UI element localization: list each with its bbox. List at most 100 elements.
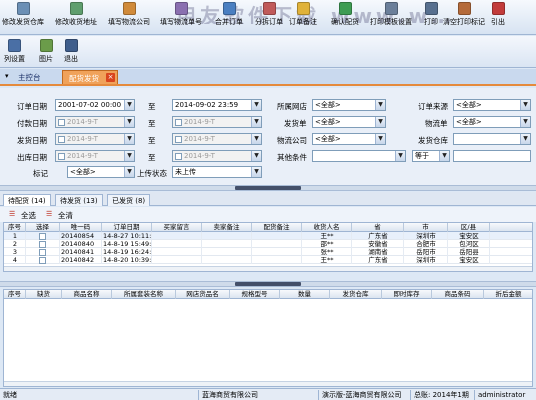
select-all-icon[interactable]: ☰ [9, 210, 15, 218]
order-source-select[interactable]: <全部> ▼ [453, 99, 531, 111]
logistics-company-select[interactable]: <全部> ▼ [312, 133, 386, 145]
toolbar-button-11[interactable]: 引出 [491, 2, 505, 33]
row-checkbox[interactable] [26, 240, 60, 248]
chevron-down-icon[interactable]: ▼ [520, 100, 530, 110]
row-checkbox[interactable] [26, 232, 60, 240]
pay-date-checkbox[interactable] [58, 118, 65, 126]
splitter-grip[interactable] [235, 282, 301, 286]
chevron-down-icon[interactable]: ▼ [124, 117, 134, 127]
table-row[interactable]: 4 20140842 14-8-20 10:39: 王** 广东省 深圳市 宝安区 [4, 256, 532, 264]
ship-date-from[interactable]: 2014-9-T ▼ [55, 133, 135, 145]
order-date-to[interactable]: 2014-09-02 23:59 ▼ [172, 99, 262, 111]
out-date-to-checkbox[interactable] [175, 152, 182, 160]
column-header[interactable]: 序号 [4, 223, 26, 232]
chevron-down-icon[interactable]: ▼ [375, 134, 385, 144]
column-header[interactable]: 数量 [280, 290, 330, 299]
checkbox[interactable] [38, 256, 46, 264]
shop-select[interactable]: <全部> ▼ [312, 99, 386, 111]
toolbar-button-3[interactable]: 填写物流单号 [160, 2, 202, 33]
toolbar-button-10[interactable]: 清空打印标记 [443, 2, 485, 33]
chevron-down-icon[interactable]: ▼ [124, 151, 134, 161]
table-row[interactable]: 3 20140841 14-8-19 16:24: 张** 湖南省 岳阳市 岳阳县 [4, 248, 532, 256]
out-date-from[interactable]: 2014-9-T ▼ [55, 150, 135, 162]
chevron-down-icon[interactable]: ▼ [251, 100, 261, 110]
tab-delivery[interactable]: 配货发货 × [62, 70, 118, 84]
toolbar2-button-2[interactable]: 退出 [64, 39, 78, 70]
column-header[interactable]: 所属套装名称 [112, 290, 176, 299]
column-header[interactable]: 网店货品名 [176, 290, 230, 299]
toolbar-button-6[interactable]: 订单备注 [289, 2, 317, 33]
close-tab-icon[interactable]: × [106, 73, 115, 82]
tab-main-console[interactable]: 主控台 [18, 72, 41, 83]
operator-select[interactable]: 等于 ▼ [412, 150, 450, 162]
chevron-down-icon[interactable]: ▼ [251, 167, 261, 177]
ship-date-to-checkbox[interactable] [175, 135, 182, 143]
logistics-bill-select[interactable]: <全部> ▼ [453, 116, 531, 128]
toolbar-button-2[interactable]: 填写物流公司 [108, 2, 150, 33]
row-checkbox[interactable] [26, 248, 60, 256]
select-all-button[interactable]: 全选 [21, 210, 36, 221]
toolbar2-button-1[interactable]: 图片 [39, 39, 53, 70]
ship-date-checkbox[interactable] [58, 135, 65, 143]
splitter-grip[interactable] [235, 186, 301, 190]
pay-date-to-checkbox[interactable] [175, 118, 182, 126]
toolbar-button-1[interactable]: 修改收货地址 [55, 2, 97, 33]
chevron-down-icon[interactable]: ▼ [251, 151, 261, 161]
column-header[interactable]: 发货仓库 [330, 290, 382, 299]
pay-date-from[interactable]: 2014-9-T ▼ [55, 116, 135, 128]
toolbar-button-8[interactable]: 打印模板设置 [370, 2, 412, 33]
column-header[interactable]: 商品名称 [62, 290, 112, 299]
chevron-down-icon[interactable]: ▼ [124, 134, 134, 144]
horizontal-scrollbar[interactable] [4, 381, 532, 386]
chevron-down-icon[interactable]: ▼ [251, 117, 261, 127]
table-row[interactable]: 2 20140840 14-8-19 15:49: 邵** 安徽省 合肥市 包河区 [4, 240, 532, 248]
horizontal-scrollbar[interactable] [4, 266, 532, 271]
clear-all-icon[interactable]: ☰ [46, 210, 52, 218]
column-header[interactable]: 订单日期 [102, 223, 152, 232]
column-header[interactable]: 卖家备注 [202, 223, 252, 232]
checkbox[interactable] [38, 248, 46, 256]
chevron-down-icon[interactable]: ▼ [375, 100, 385, 110]
chevron-down-icon[interactable]: ▼ [520, 117, 530, 127]
toolbar2-button-0[interactable]: 列设置 [4, 39, 25, 70]
clear-all-button[interactable]: 全清 [58, 210, 73, 221]
row-checkbox[interactable] [26, 256, 60, 264]
column-header[interactable]: 收货人名 [302, 223, 352, 232]
chevron-down-icon[interactable]: ▼ [375, 117, 385, 127]
column-header[interactable]: 折后金额 [484, 290, 532, 299]
filter-splitter[interactable] [0, 185, 536, 191]
chevron-down-icon[interactable]: ▼ [439, 151, 449, 161]
column-header[interactable]: 配货备注 [252, 223, 302, 232]
chevron-down-icon[interactable]: ▼ [251, 134, 261, 144]
column-header[interactable]: 序号 [4, 290, 26, 299]
other-conditions-select[interactable]: ▼ [312, 150, 406, 162]
toolbar-button-7[interactable]: 确认配货 [331, 2, 359, 33]
mark-select[interactable]: <全部> ▼ [67, 166, 135, 178]
shipper-select[interactable]: <全部> ▼ [312, 116, 386, 128]
toolbar-button-9[interactable]: 打印 [424, 2, 438, 33]
tab-dropdown-icon[interactable]: ▾ [5, 72, 9, 80]
toolbar-button-5[interactable]: 分拆订单 [255, 2, 283, 33]
chevron-down-icon[interactable]: ▼ [520, 134, 530, 144]
checkbox[interactable] [38, 232, 46, 240]
toolbar-button-0[interactable]: 修改发货仓库 [2, 2, 44, 33]
grid-splitter[interactable] [0, 281, 536, 287]
column-header[interactable]: 唯一码 [60, 223, 102, 232]
pay-date-to[interactable]: 2014-9-T ▼ [172, 116, 262, 128]
column-header[interactable]: 市 [404, 223, 448, 232]
chevron-down-icon[interactable]: ▼ [124, 100, 134, 110]
column-header[interactable]: 买家留言 [152, 223, 202, 232]
tab-shipped[interactable]: 已发货 (8) [107, 194, 151, 206]
chevron-down-icon[interactable]: ▼ [124, 167, 134, 177]
condition-value-input[interactable] [453, 150, 531, 162]
out-date-to[interactable]: 2014-9-T ▼ [172, 150, 262, 162]
upload-status-select[interactable]: 未上传 ▼ [172, 166, 262, 178]
tab-pending-allocation[interactable]: 待配货 (14) [3, 194, 51, 206]
table-row[interactable]: 1 20140854 14-8-27 10:11: 王** 广东省 深圳市 宝安区 [4, 232, 532, 240]
toolbar-button-4[interactable]: 合并订单 [215, 2, 243, 33]
checkbox[interactable] [38, 240, 46, 248]
column-header[interactable]: 缺货 [26, 290, 62, 299]
column-header[interactable]: 商品条码 [432, 290, 484, 299]
ship-date-to[interactable]: 2014-9-T ▼ [172, 133, 262, 145]
order-date-from[interactable]: 2001-07-02 00:00 ▼ [55, 99, 135, 111]
